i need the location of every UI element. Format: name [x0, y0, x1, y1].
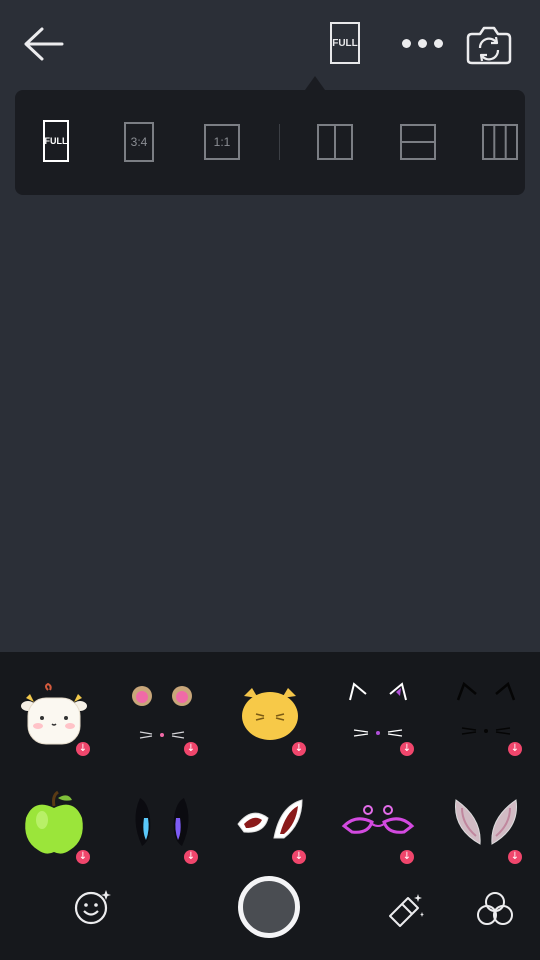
- sticker-pink-glitter-mask[interactable]: ↓: [338, 784, 418, 864]
- more-button[interactable]: [398, 38, 448, 50]
- sticker-green-apple[interactable]: ↓: [14, 784, 94, 864]
- magic-wand-icon: [389, 894, 424, 927]
- top-bar: FULL: [0, 0, 540, 88]
- aspect-ratio-label: FULL: [330, 22, 360, 64]
- switch-camera-button[interactable]: [466, 25, 512, 65]
- download-badge: ↓: [292, 850, 306, 864]
- download-badge: ↓: [508, 742, 522, 756]
- filter-button[interactable]: [476, 890, 514, 928]
- sticker-black-cat-ears[interactable]: ↓: [446, 676, 526, 756]
- ratio-option-3-4[interactable]: 3:4: [124, 122, 154, 162]
- split-vertical-3-icon: [482, 124, 518, 160]
- arrow-left-icon: [24, 27, 64, 61]
- ratio-option-label: FULL: [43, 120, 69, 162]
- menu-divider: [279, 124, 280, 160]
- download-badge: ↓: [508, 850, 522, 864]
- download-badge: ↓: [76, 850, 90, 864]
- ratio-option-label: 3:4: [124, 122, 154, 162]
- download-badge: ↓: [76, 742, 90, 756]
- back-button[interactable]: [22, 26, 64, 62]
- ratio-option-full[interactable]: FULL: [43, 120, 69, 162]
- download-badge: ↓: [292, 742, 306, 756]
- camera-switch-icon: [466, 26, 512, 65]
- layout-split-horizontal-2[interactable]: [400, 124, 436, 165]
- smiley-sparkle-icon: [74, 890, 111, 925]
- sticker-sparkle-bunny-ears[interactable]: ↓: [122, 784, 202, 864]
- sticker-white-cat-ears[interactable]: ↓: [338, 676, 418, 756]
- download-badge: ↓: [184, 742, 198, 756]
- shutter-button[interactable]: [238, 876, 300, 938]
- split-horizontal-2-icon: [400, 124, 436, 160]
- ratio-option-1-1[interactable]: 1:1: [204, 124, 240, 160]
- sticker-cow-face[interactable]: ↓: [14, 676, 94, 756]
- sticker-bear-ears[interactable]: ↓: [122, 676, 202, 756]
- download-badge: ↓: [400, 742, 414, 756]
- sticker-tab-button[interactable]: [74, 888, 112, 926]
- sticker-red-glitter-ears[interactable]: ↓: [230, 784, 310, 864]
- aspect-ratio-button[interactable]: FULL: [330, 22, 364, 66]
- beauty-button[interactable]: [388, 892, 424, 928]
- camera-preview[interactable]: [0, 196, 540, 652]
- layout-split-vertical-3[interactable]: [482, 124, 518, 165]
- ratio-option-label: 1:1: [204, 124, 240, 160]
- aspect-ratio-menu: FULL 3:4 1:1: [15, 90, 525, 195]
- popup-pointer: [305, 76, 325, 90]
- layout-split-vertical-2[interactable]: [317, 124, 353, 165]
- sticker-yellow-cat[interactable]: ↓: [230, 676, 310, 756]
- sticker-crystal-bunny-ears[interactable]: ↓: [446, 784, 526, 864]
- download-badge: ↓: [184, 850, 198, 864]
- download-badge: ↓: [400, 850, 414, 864]
- filter-circles-icon: [477, 892, 513, 925]
- split-vertical-2-icon: [317, 124, 353, 160]
